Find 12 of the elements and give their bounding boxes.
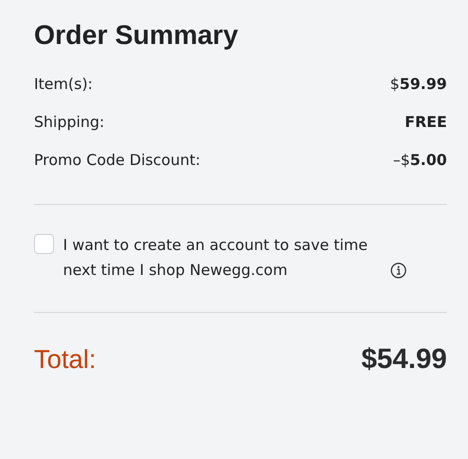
line-label: Shipping: (34, 113, 104, 132)
section-title: Order Summary (34, 20, 240, 51)
checkbox-label: I want to create an account to save time next time I shop Newegg.com (63, 235, 369, 281)
line-label: Item(s): (34, 75, 93, 94)
total-amount: $54.99 (361, 343, 447, 375)
line-amount: FREE (404, 113, 447, 132)
line-label: Promo Code Discount: (34, 151, 200, 170)
total-label: Total: (34, 344, 96, 374)
checkbox[interactable] (34, 234, 54, 254)
line-amount: $59.99 (390, 75, 447, 94)
info-icon[interactable] (390, 262, 407, 279)
line-amount: –$5.00 (392, 151, 447, 170)
